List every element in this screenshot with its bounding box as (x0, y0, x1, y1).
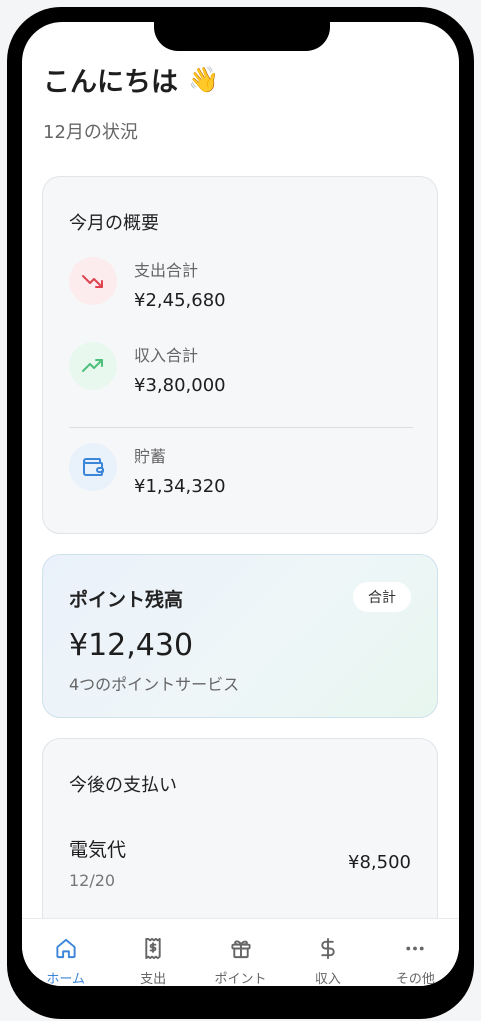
overview-title: 今月の概要 (69, 213, 159, 234)
home-icon (56, 938, 76, 959)
nav-label-income: 収入 (314, 972, 341, 986)
expense-stat: 支出合計 ¥2,45,680 (69, 257, 409, 317)
nav-label-expenses: 支出 (140, 972, 167, 986)
receipt-icon (145, 937, 161, 960)
trending-down-icon (69, 257, 117, 305)
expense-value: ¥2,45,680 (134, 290, 226, 311)
device-notch (154, 22, 330, 51)
trending-up-icon (69, 342, 117, 390)
income-label: 収入合計 (134, 346, 199, 365)
dollar-icon (321, 937, 335, 960)
nav-item-more[interactable]: その他 (372, 919, 459, 986)
payment-date: 12/20 (69, 871, 116, 890)
points-title: ポイント残高 (69, 589, 184, 611)
payment-name: 電気代 (69, 839, 127, 861)
overview-divider (69, 427, 413, 428)
nav-item-home[interactable]: ホーム (22, 919, 109, 986)
expense-label: 支出合計 (134, 261, 199, 280)
gift-icon (230, 940, 251, 959)
savings-stat: 貯蓄 ¥1,34,320 (69, 443, 409, 503)
waving-hand-icon: 👋 (188, 64, 220, 94)
nav-label-points: ポイント (214, 972, 267, 986)
income-value: ¥3,80,000 (134, 375, 226, 396)
app-screen: こんにちは 👋 12月の状況 今月の概要 支出合計 ¥2,45,680 収入合計… (22, 22, 459, 986)
points-balance-card[interactable]: ポイント残高 合計 ¥12,430 4つのポイントサービス (42, 554, 438, 718)
page-subtitle: 12月の状況 (43, 122, 138, 143)
nav-item-income[interactable]: 収入 (284, 919, 371, 986)
income-stat: 収入合計 ¥3,80,000 (69, 342, 409, 402)
points-amount: ¥12,430 (69, 628, 194, 663)
greeting-text: こんにちは (43, 67, 178, 98)
points-subtitle: 4つのポイントサービス (69, 675, 240, 694)
savings-value: ¥1,34,320 (134, 476, 226, 497)
nav-label-more: その他 (395, 972, 435, 986)
nav-label-home: ホーム (46, 972, 86, 986)
wallet-icon (69, 443, 117, 491)
monthly-overview-card: 今月の概要 支出合計 ¥2,45,680 収入合計 ¥3,80,000 貯蓄 ¥… (42, 176, 438, 534)
page-title: こんにちは 👋 (43, 60, 219, 99)
upcoming-title: 今後の支払い (69, 775, 177, 796)
payment-amount: ¥8,500 (348, 852, 411, 873)
points-total-badge[interactable]: 合計 (353, 582, 411, 612)
savings-label: 貯蓄 (134, 447, 167, 466)
phone-frame: こんにちは 👋 12月の状況 今月の概要 支出合計 ¥2,45,680 収入合計… (7, 7, 474, 1019)
nav-item-points[interactable]: ポイント (197, 919, 284, 986)
nav-item-expenses[interactable]: 支出 (109, 919, 196, 986)
more-icon (406, 946, 424, 951)
bottom-nav: ホーム 支出 ポイント 収入 その他 (22, 918, 459, 986)
